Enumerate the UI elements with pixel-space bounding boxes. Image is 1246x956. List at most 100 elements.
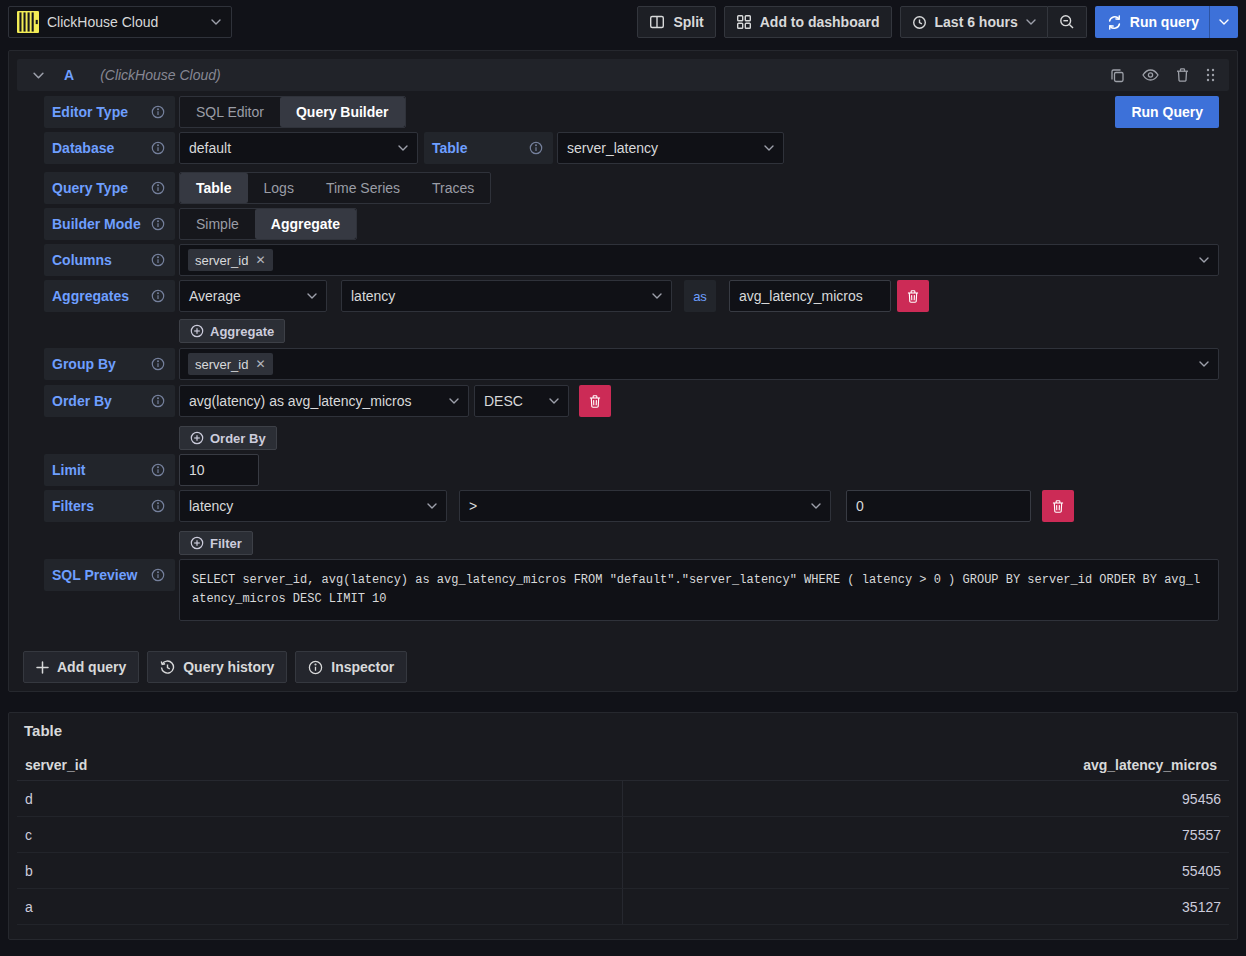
- query-history-button[interactable]: Query history: [147, 651, 287, 683]
- inspector-button[interactable]: Inspector: [295, 651, 407, 683]
- add-aggregate-label: Aggregate: [210, 324, 274, 339]
- label-text: Aggregates: [52, 288, 129, 304]
- info-icon[interactable]: [151, 568, 165, 582]
- label-text: Order By: [52, 393, 112, 409]
- query-builder-option[interactable]: Query Builder: [280, 97, 405, 127]
- info-icon[interactable]: [151, 289, 165, 303]
- drag-handle-icon[interactable]: [1206, 68, 1215, 82]
- filter-value: 0: [856, 498, 864, 514]
- duplicate-query-icon[interactable]: [1110, 68, 1125, 83]
- run-query-editor-button[interactable]: Run Query: [1115, 96, 1219, 128]
- limit-input[interactable]: 10: [179, 454, 259, 486]
- editor-type-switch: SQL Editor Query Builder: [179, 96, 406, 128]
- query-editor-panel: A (ClickHouse Cloud) Editor Type: [8, 50, 1238, 692]
- time-range-picker[interactable]: Last 6 hours: [900, 6, 1048, 38]
- chevron-down-icon: [211, 19, 221, 25]
- collapse-chevron-icon[interactable]: [33, 72, 44, 79]
- add-order-by-button[interactable]: Order By: [179, 426, 277, 450]
- chevron-down-icon: [390, 145, 408, 151]
- cell-server-id: b: [17, 853, 623, 888]
- zoom-out-time-button[interactable]: [1048, 6, 1087, 38]
- group-by-tag: server_id ✕: [188, 353, 273, 375]
- label-text: Database: [52, 140, 114, 156]
- table-row: b 55405: [17, 853, 1229, 889]
- split-button[interactable]: Split: [637, 6, 715, 38]
- label-text: Columns: [52, 252, 112, 268]
- split-icon: [649, 14, 665, 30]
- database-value: default: [189, 140, 231, 156]
- info-icon[interactable]: [151, 253, 165, 267]
- add-query-button[interactable]: Add query: [23, 651, 139, 683]
- table-panel: Table server_id avg_latency_micros d 954…: [8, 712, 1238, 940]
- filter-field-select[interactable]: latency: [179, 490, 447, 522]
- tag-label: server_id: [195, 357, 248, 372]
- add-to-dashboard-button[interactable]: Add to dashboard: [724, 6, 892, 38]
- chevron-down-icon[interactable]: [1210, 19, 1238, 25]
- info-icon[interactable]: [151, 357, 165, 371]
- label-text: Limit: [52, 462, 85, 478]
- hide-response-icon[interactable]: [1142, 69, 1159, 81]
- datasource-name: ClickHouse Cloud: [47, 14, 158, 30]
- query-type-switch: Table Logs Time Series Traces: [179, 172, 491, 204]
- columns-multiselect[interactable]: server_id ✕: [179, 244, 1219, 276]
- order-by-label: Order By: [44, 385, 175, 417]
- table-select[interactable]: server_latency: [557, 132, 784, 164]
- filter-operator-select[interactable]: >: [459, 490, 831, 522]
- chevron-down-icon: [756, 145, 774, 151]
- query-type-logs[interactable]: Logs: [248, 173, 310, 203]
- remove-query-icon[interactable]: [1176, 68, 1189, 82]
- label-text: SQL Preview: [52, 567, 137, 583]
- order-by-field-select[interactable]: avg(latency) as avg_latency_micros: [179, 385, 469, 417]
- table-value: server_latency: [567, 140, 658, 156]
- builder-mode-simple[interactable]: Simple: [180, 209, 255, 239]
- order-by-direction-value: DESC: [484, 393, 523, 409]
- info-icon[interactable]: [151, 217, 165, 231]
- chevron-down-icon: [541, 398, 559, 404]
- add-filter-button[interactable]: Filter: [179, 531, 253, 555]
- group-by-multiselect[interactable]: server_id ✕: [179, 348, 1219, 380]
- remove-tag-icon[interactable]: ✕: [255, 254, 265, 266]
- aggregate-alias-value: avg_latency_micros: [739, 288, 863, 304]
- cell-avg-latency: 35127: [623, 899, 1229, 915]
- query-type-timeseries[interactable]: Time Series: [310, 173, 416, 203]
- run-query-button[interactable]: Run query: [1095, 6, 1238, 38]
- remove-tag-icon[interactable]: ✕: [255, 358, 265, 370]
- builder-mode-aggregate[interactable]: Aggregate: [255, 209, 356, 239]
- database-select[interactable]: default: [179, 132, 418, 164]
- label-text: Filters: [52, 498, 94, 514]
- time-range-label: Last 6 hours: [935, 14, 1018, 30]
- add-aggregate-button[interactable]: Aggregate: [179, 319, 285, 343]
- remove-filter-button[interactable]: [1042, 490, 1074, 522]
- order-by-direction-select[interactable]: DESC: [474, 385, 569, 417]
- info-icon[interactable]: [151, 105, 165, 119]
- info-icon[interactable]: [529, 141, 543, 155]
- remove-aggregate-button[interactable]: [897, 280, 929, 312]
- label-text: Query Type: [52, 180, 128, 196]
- info-icon[interactable]: [151, 141, 165, 155]
- aggregate-column-select[interactable]: latency: [341, 280, 672, 312]
- query-type-label: Query Type: [44, 172, 175, 204]
- selected-column-tag: server_id ✕: [188, 249, 273, 271]
- aggregate-function-select[interactable]: Average: [179, 280, 327, 312]
- info-icon[interactable]: [151, 463, 165, 477]
- sql-editor-option[interactable]: SQL Editor: [180, 97, 280, 127]
- limit-label: Limit: [44, 454, 175, 486]
- query-type-table[interactable]: Table: [180, 173, 248, 203]
- info-icon[interactable]: [151, 394, 165, 408]
- filter-value-input[interactable]: 0: [846, 490, 1031, 522]
- info-icon[interactable]: [151, 499, 165, 513]
- chevron-down-icon: [803, 503, 821, 509]
- remove-order-by-button[interactable]: [579, 385, 611, 417]
- table-row: d 95456: [17, 781, 1229, 817]
- column-header-server-id[interactable]: server_id: [17, 757, 623, 773]
- add-to-dashboard-label: Add to dashboard: [760, 14, 880, 30]
- aggregate-column-value: latency: [351, 288, 395, 304]
- info-icon[interactable]: [151, 181, 165, 195]
- aggregate-function-value: Average: [189, 288, 241, 304]
- aggregate-alias-input[interactable]: avg_latency_micros: [729, 280, 891, 312]
- group-by-label: Group By: [44, 348, 175, 380]
- datasource-picker[interactable]: ClickHouse Cloud: [8, 6, 232, 38]
- query-type-traces[interactable]: Traces: [416, 173, 490, 203]
- column-header-avg-latency[interactable]: avg_latency_micros: [623, 757, 1229, 773]
- chevron-down-icon: [299, 293, 317, 299]
